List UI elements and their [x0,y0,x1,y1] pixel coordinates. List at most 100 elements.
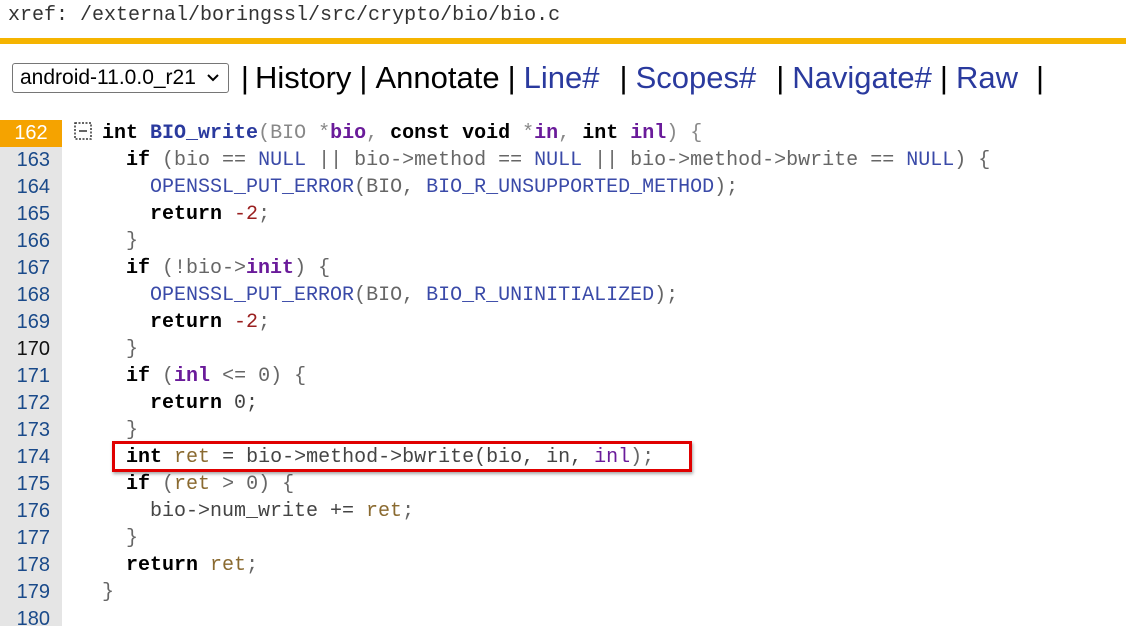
code-token: ; [258,311,271,334]
code-text: } [102,228,138,255]
code-line: 164 OPENSSL_PUT_ERROR(BIO, BIO_R_UNSUPPO… [0,174,1126,201]
code-text: if (!bio->init) { [102,255,330,282]
code-line: 176 bio->num_write += ret; [0,498,1126,525]
code-token: BIO_R_UNINITIALIZED [426,284,655,307]
code-line: 168 OPENSSL_PUT_ERROR(BIO, BIO_R_UNINITI… [0,282,1126,309]
code-token: , [366,122,391,145]
code-token: BIO_write [150,122,259,145]
code-token: if [126,257,151,280]
highlight-box [112,441,692,472]
nav-separator: | [1035,60,1045,95]
line-number[interactable]: 166 [0,228,50,255]
code-token: inl [630,122,667,145]
scopes-toggle[interactable]: Scopes# [636,60,757,96]
code-text: return -2; [102,309,270,336]
code-text: } [102,525,138,552]
code-line: 166 } [0,228,1126,255]
line-number[interactable]: 176 [0,498,50,525]
code-line: 170 } [0,336,1126,363]
code-token: ) { [666,122,703,145]
code-line: 173 } [0,417,1126,444]
code-token: } [102,338,139,361]
code-token: ; [246,554,259,577]
code-token: ); [654,284,679,307]
code-token: -2 [234,311,259,334]
code-token: const [390,122,451,145]
code-line: 179} [0,579,1126,606]
code-token: OPENSSL_PUT_ERROR [150,284,355,307]
code-token: OPENSSL_PUT_ERROR [150,176,355,199]
code-text: int BIO_write(BIO *bio, const void *in, … [102,120,702,147]
code-token: } [102,419,139,442]
code-token: return [150,392,223,415]
code-token: if [126,473,151,496]
raw-link[interactable]: Raw [956,60,1018,96]
code-token: ); [714,176,739,199]
code-line: 162 int BIO_write(BIO *bio, const void *i… [0,120,1126,147]
line-number[interactable]: 169 [0,309,50,336]
line-number[interactable]: 179 [0,579,50,606]
code-token: } [102,581,115,604]
code-token: ( [150,473,175,496]
line-number[interactable]: 173 [0,417,50,444]
breadcrumb: xref: /external/boringssl/src/crypto/bio… [8,4,561,27]
nav-separator: | [939,60,948,95]
line-number[interactable]: 162 [0,120,62,147]
line-number[interactable]: 180 [0,606,50,626]
code-text: bio->num_write += ret; [102,498,414,525]
code-text: if (bio == NULL || bio->method == NULL |… [102,147,990,174]
line-number[interactable]: 177 [0,525,50,552]
navigation-bar: android-11.0.0_r21 | History | Annotate … [12,58,1052,98]
line-number[interactable]: 172 [0,390,50,417]
header-accent-bar [0,38,1126,44]
line-number[interactable]: 174 [0,444,50,471]
nav-separator: | [359,60,368,95]
code-token: <= 0) { [210,365,307,388]
code-token: ( [150,365,175,388]
line-number[interactable]: 167 [0,255,50,282]
code-token: > 0) { [210,473,295,496]
nav-separator: | [507,60,516,95]
code-token: || bio->method->bwrite == [582,149,907,172]
code-token: bio->num_write += [102,500,367,523]
code-text: OPENSSL_PUT_ERROR(BIO, BIO_R_UNSUPPORTED… [102,174,738,201]
code-token: (BIO, [354,176,427,199]
collapse-box-icon[interactable] [74,122,92,140]
code-text: return 0; [102,390,258,417]
code-token: * [510,122,535,145]
annotate-link[interactable]: Annotate [375,60,499,96]
line-number[interactable]: 178 [0,552,50,579]
code-token: BIO_R_UNSUPPORTED_METHOD [426,176,715,199]
line-number[interactable]: 168 [0,282,50,309]
code-token: return [126,554,199,577]
code-line: 177 } [0,525,1126,552]
line-number[interactable]: 175 [0,471,50,498]
code-line: 169 return -2; [0,309,1126,336]
line-number[interactable]: 170 [0,336,50,363]
code-text: } [102,336,138,363]
version-select[interactable]: android-11.0.0_r21 [12,63,229,93]
line-number[interactable]: 165 [0,201,50,228]
line-number[interactable]: 163 [0,147,50,174]
line-number[interactable]: 164 [0,174,50,201]
line-numbers-toggle[interactable]: Line# [524,60,600,96]
source-code-view: 162 int BIO_write(BIO *bio, const void *i… [0,120,1126,626]
navigate-toggle[interactable]: Navigate# [792,60,932,96]
code-line: 163 if (bio == NULL || bio->method == NU… [0,147,1126,174]
chevron-down-icon [207,74,219,82]
code-line: 178 return ret; [0,552,1126,579]
code-token: NULL [258,149,307,172]
history-link[interactable]: History [255,60,351,96]
line-number[interactable]: 171 [0,363,50,390]
code-token: inl [174,365,211,388]
